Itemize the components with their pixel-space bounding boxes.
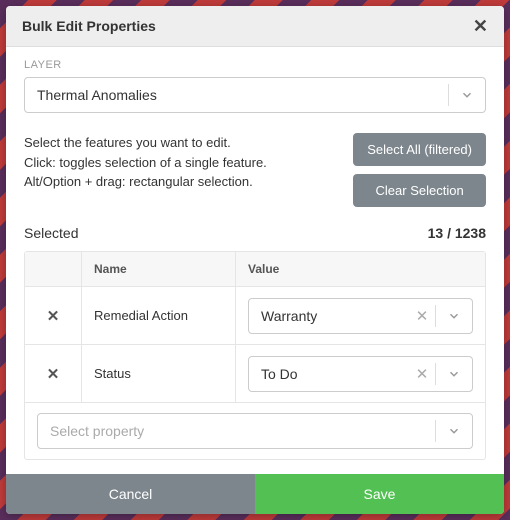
selected-label: Selected (24, 225, 78, 241)
help-line: Select the features you want to edit. (24, 133, 341, 153)
selected-summary: Selected 13 / 1238 (24, 225, 486, 241)
value-select[interactable]: To Do ✕ (248, 356, 473, 392)
add-property-placeholder: Select property (38, 423, 435, 439)
select-all-button[interactable]: Select All (filtered) (353, 133, 486, 166)
add-property-select[interactable]: Select property (37, 413, 473, 449)
header-value: Value (235, 252, 485, 286)
property-value-cell: To Do ✕ (235, 345, 485, 402)
chevron-down-icon (449, 78, 485, 112)
dialog-header: Bulk Edit Properties ✕ (6, 6, 504, 47)
remove-row-icon[interactable]: ✕ (25, 345, 81, 402)
table-header: Name Value (25, 252, 485, 287)
selected-count: 13 / 1238 (428, 225, 486, 241)
close-icon[interactable]: ✕ (473, 17, 488, 35)
remove-row-icon[interactable]: ✕ (25, 287, 81, 344)
chevron-down-icon (436, 299, 472, 333)
property-name: Status (81, 345, 235, 402)
selection-controls-row: Select the features you want to edit. Cl… (24, 133, 486, 207)
property-value-cell: Warranty ✕ (235, 287, 485, 344)
dialog-footer: Cancel Save (6, 474, 504, 514)
value-text: Warranty (249, 308, 409, 324)
properties-table: Name Value ✕ Remedial Action Warranty ✕ (24, 251, 486, 460)
layer-value: Thermal Anomalies (25, 87, 448, 103)
header-name: Name (81, 252, 235, 286)
chevron-down-icon (436, 357, 472, 391)
property-name: Remedial Action (81, 287, 235, 344)
value-select[interactable]: Warranty ✕ (248, 298, 473, 334)
value-text: To Do (249, 366, 409, 382)
table-row: ✕ Remedial Action Warranty ✕ (25, 287, 485, 345)
clear-value-icon[interactable]: ✕ (409, 307, 435, 325)
add-property-row: Select property (25, 403, 485, 459)
clear-selection-button[interactable]: Clear Selection (353, 174, 486, 207)
bulk-edit-dialog: Bulk Edit Properties ✕ LAYER Thermal Ano… (6, 6, 504, 514)
dialog-body: LAYER Thermal Anomalies Select the featu… (6, 47, 504, 474)
help-line: Alt/Option + drag: rectangular selection… (24, 172, 341, 192)
layer-label: LAYER (24, 59, 486, 71)
chevron-down-icon (436, 414, 472, 448)
dialog-title: Bulk Edit Properties (22, 18, 156, 34)
header-blank (25, 252, 81, 286)
cancel-button[interactable]: Cancel (6, 474, 255, 514)
help-text: Select the features you want to edit. Cl… (24, 133, 341, 192)
clear-value-icon[interactable]: ✕ (409, 365, 435, 383)
help-line: Click: toggles selection of a single fea… (24, 153, 341, 173)
selection-buttons: Select All (filtered) Clear Selection (353, 133, 486, 207)
layer-select[interactable]: Thermal Anomalies (24, 77, 486, 113)
save-button[interactable]: Save (255, 474, 504, 514)
table-row: ✕ Status To Do ✕ (25, 345, 485, 403)
